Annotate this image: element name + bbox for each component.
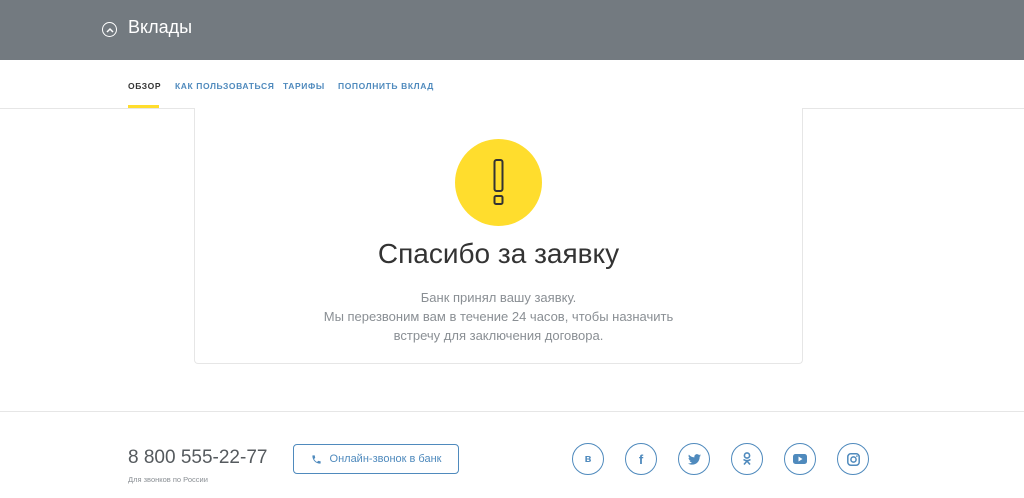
page-title: Вклады [128, 17, 193, 37]
odnoklassniki-icon[interactable] [731, 443, 763, 475]
collapse-button[interactable] [102, 22, 117, 37]
tab-bar: Обзор Как пользоваться Тарифы Пополнить … [0, 60, 1024, 109]
confirmation-text-line-3: встречу для заключения договора. [393, 328, 604, 343]
tab-top-up-deposit[interactable]: Пополнить вклад [338, 81, 434, 91]
twitter-icon[interactable] [678, 443, 710, 475]
confirmation-text-line-2: Мы перезвоним вам в течение 24 часов, чт… [323, 309, 674, 324]
active-tab-indicator [128, 105, 159, 108]
tab-overview[interactable]: Обзор [128, 81, 161, 91]
tab-how-to-use[interactable]: Как пользоваться [175, 81, 274, 91]
top-bar: Вклады [0, 0, 1024, 60]
tab-tariffs[interactable]: Тарифы [283, 81, 325, 91]
online-call-button[interactable]: Онлайн-звонок в банк [293, 444, 459, 474]
footer-phone-note: Для звонков по России [128, 475, 208, 484]
phone-icon [311, 454, 321, 464]
footer-phone[interactable]: 8 800 555-22-77 [128, 447, 267, 469]
youtube-icon[interactable] [784, 443, 816, 475]
chevron-up-icon [105, 27, 114, 33]
confirmation-title: Спасибо за заявку [377, 238, 620, 269]
online-call-button-label: Онлайн-звонок в банк [329, 453, 442, 465]
confirmation-text-line-1: Банк принял вашу заявку. [420, 290, 577, 305]
exclamation-icon [455, 139, 542, 226]
vk-icon[interactable]: в [572, 443, 604, 475]
footer-divider [0, 411, 1024, 412]
instagram-icon[interactable] [837, 443, 869, 475]
facebook-icon[interactable]: f [625, 443, 657, 475]
